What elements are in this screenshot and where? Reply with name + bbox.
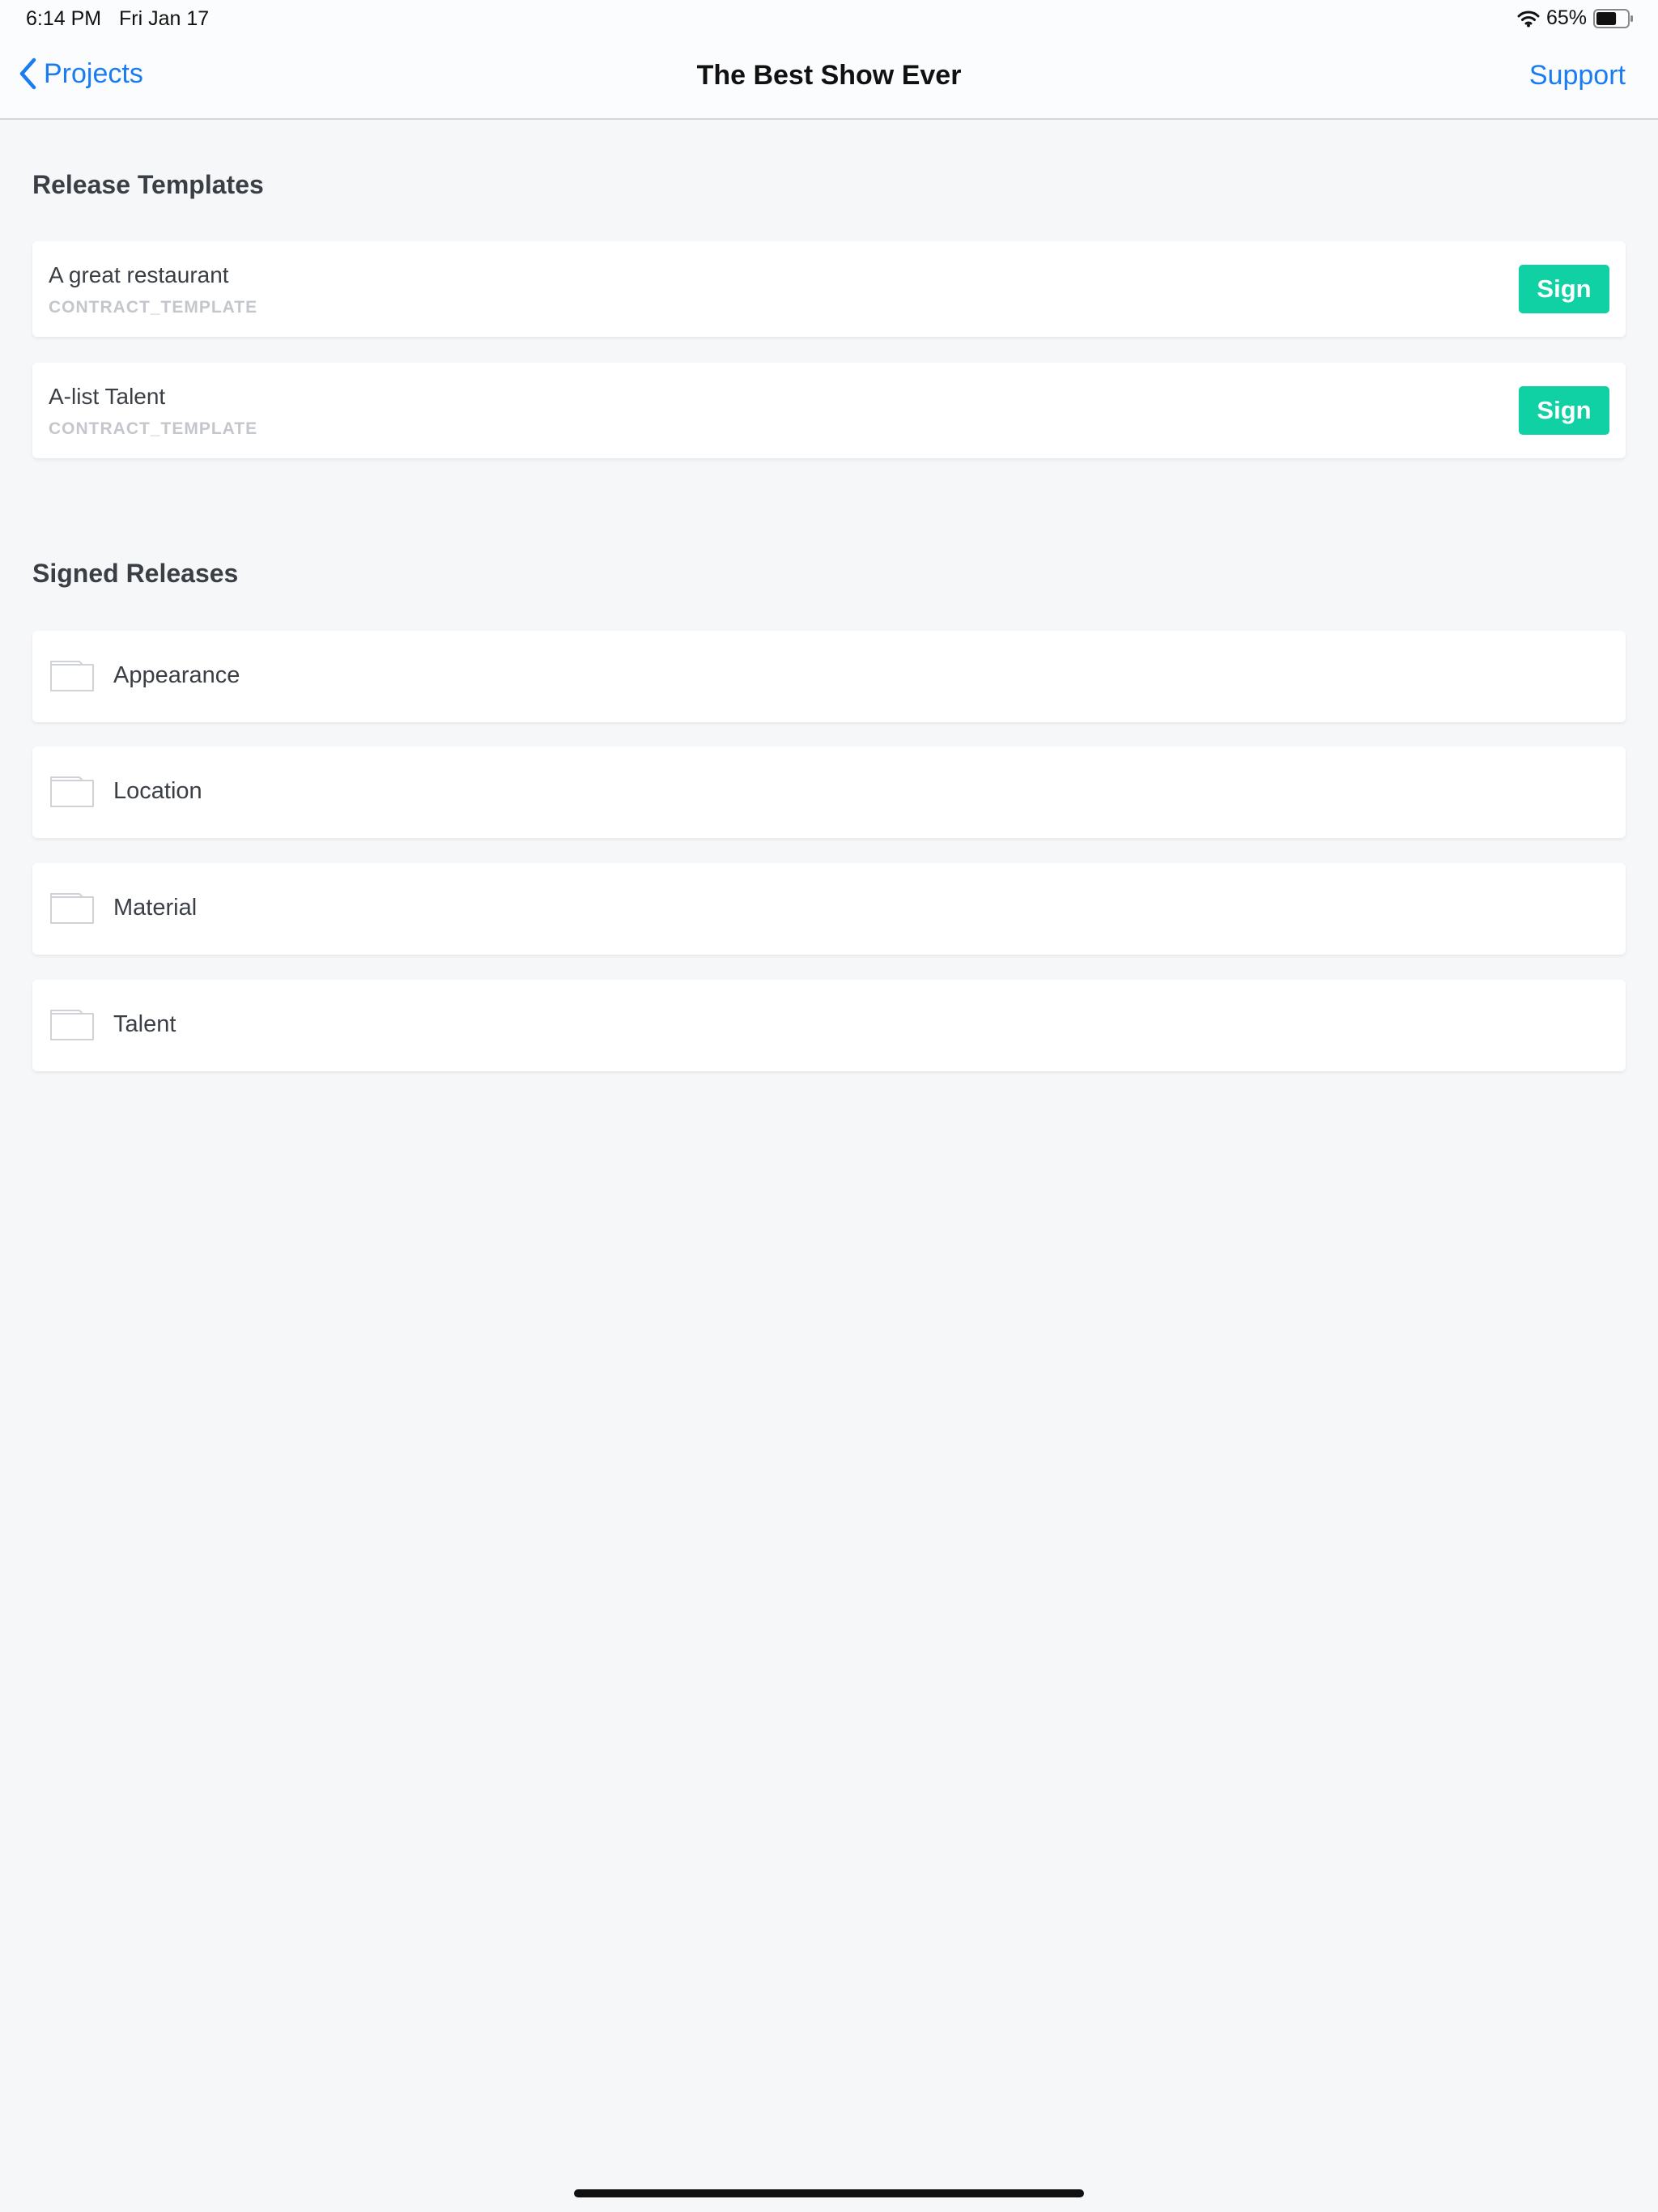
- release-folder-talent[interactable]: Talent: [32, 980, 1626, 1071]
- template-card: A-list Talent CONTRACT_TEMPLATE Sign: [32, 363, 1626, 458]
- template-type: CONTRACT_TEMPLATE: [49, 298, 258, 317]
- template-card: A great restaurant CONTRACT_TEMPLATE Sig…: [32, 241, 1626, 337]
- sign-button[interactable]: Sign: [1519, 386, 1609, 435]
- home-indicator[interactable]: [574, 2189, 1084, 2197]
- wifi-icon: [1517, 10, 1540, 28]
- status-bar: 6:14 PM Fri Jan 17 65%: [0, 0, 1658, 37]
- folder-icon: [50, 893, 94, 924]
- template-name: A-list Talent: [49, 384, 166, 409]
- release-label: Location: [113, 778, 202, 804]
- folder-icon: [50, 776, 94, 807]
- folder-icon: [50, 1010, 94, 1040]
- folder-icon: [50, 661, 94, 691]
- release-folder-material[interactable]: Material: [32, 863, 1626, 955]
- battery-icon: [1593, 8, 1634, 28]
- status-date: Fri Jan 17: [119, 7, 210, 30]
- battery-percentage: 65%: [1545, 6, 1587, 29]
- support-button[interactable]: Support: [1529, 60, 1626, 91]
- page-title: The Best Show Ever: [696, 60, 962, 91]
- release-label: Talent: [113, 1011, 176, 1037]
- release-label: Material: [113, 895, 198, 921]
- sign-button[interactable]: Sign: [1519, 265, 1609, 313]
- status-time: 6:14 PM: [26, 7, 102, 30]
- release-folder-location[interactable]: Location: [32, 747, 1626, 838]
- top-bar: 6:14 PM Fri Jan 17 65% Projects The Best…: [0, 0, 1658, 120]
- navigation-bar: Projects The Best Show Ever Support: [0, 37, 1658, 118]
- release-folder-appearance[interactable]: Appearance: [32, 631, 1626, 722]
- signed-releases-heading: Signed Releases: [32, 559, 239, 588]
- release-templates-heading: Release Templates: [32, 170, 264, 199]
- release-label: Appearance: [113, 662, 240, 688]
- template-name: A great restaurant: [49, 262, 229, 287]
- template-type: CONTRACT_TEMPLATE: [49, 419, 258, 438]
- status-indicators: 65%: [1517, 6, 1634, 30]
